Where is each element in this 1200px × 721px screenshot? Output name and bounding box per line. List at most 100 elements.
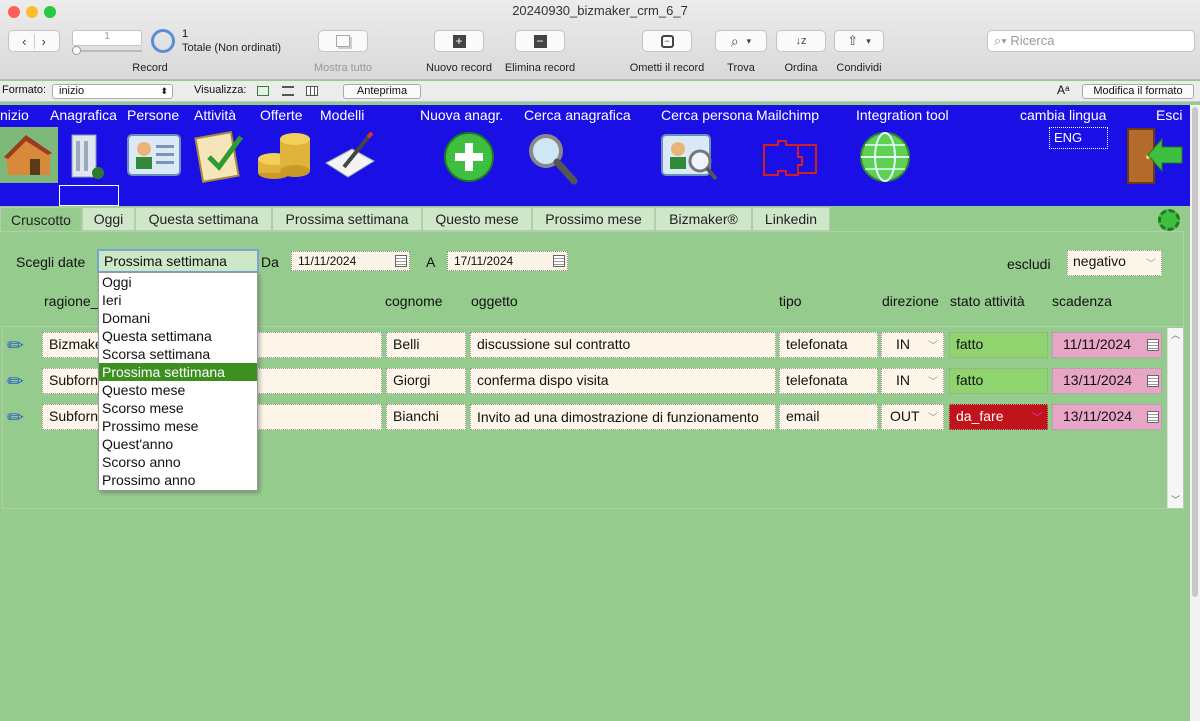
nav-cerca-anagrafica-label[interactable]: Cerca anagrafica [524, 107, 631, 123]
tab-questa-settimana[interactable]: Questa settimana [135, 207, 272, 231]
dropdown-option[interactable]: Scorsa settimana [99, 345, 257, 363]
add-circle-icon[interactable] [443, 131, 495, 183]
row-cognome[interactable]: Belli [386, 332, 466, 358]
coins-icon[interactable] [256, 129, 314, 185]
tab-questo-mese[interactable]: Questo mese [422, 207, 532, 231]
dropdown-option[interactable]: Domani [99, 309, 257, 327]
dropdown-option[interactable]: Quest'anno [99, 435, 257, 453]
row-tipo[interactable]: telefonata [779, 368, 878, 394]
show-all-button[interactable] [318, 30, 368, 52]
calendar-icon[interactable] [553, 255, 565, 267]
from-date-field[interactable]: 11/11/2024 [291, 251, 410, 271]
to-date-field[interactable]: 17/11/2024 [447, 251, 568, 271]
row-scadenza[interactable]: 11/11/2024 [1052, 332, 1162, 358]
search-person-icon[interactable] [660, 131, 720, 183]
search-input[interactable]: ⌕▾ Ricerca [987, 30, 1195, 52]
window-scrollbar-thumb[interactable] [1192, 107, 1198, 597]
tab-prossimo-mese[interactable]: Prossimo mese [532, 207, 655, 231]
chevron-right-icon[interactable]: › [35, 34, 53, 49]
dropdown-option[interactable]: Oggi [99, 273, 257, 291]
table-view-icon[interactable] [306, 86, 318, 96]
nav-modelli-label[interactable]: Modelli [320, 107, 364, 123]
edit-pencil-icon[interactable]: ✏ [7, 369, 24, 394]
format-select[interactable]: inizio ⬍ [52, 84, 173, 99]
row-scadenza[interactable]: 13/11/2024 [1052, 404, 1162, 430]
calendar-icon[interactable] [395, 255, 407, 267]
exit-door-icon[interactable] [1124, 127, 1186, 185]
scroll-down-icon[interactable]: ﹀ [1171, 493, 1180, 506]
dropdown-option[interactable]: Prossimo mese [99, 417, 257, 435]
dropdown-option[interactable]: Scorso mese [99, 399, 257, 417]
window-scrollbar[interactable] [1190, 105, 1200, 721]
refresh-gear-icon[interactable] [1158, 209, 1180, 231]
form-view-icon[interactable] [257, 86, 269, 96]
text-format-icon[interactable]: Aᵃ [1057, 83, 1069, 97]
nav-cerca-persona-label[interactable]: Cerca persona [661, 107, 753, 123]
nav-exit-label[interactable]: Esci [1156, 107, 1182, 123]
dropdown-option[interactable]: Questa settimana [99, 327, 257, 345]
row-stato[interactable]: fatto [949, 368, 1048, 394]
person-card-icon[interactable] [126, 131, 182, 179]
nav-attivita-label[interactable]: Attività [194, 107, 236, 123]
tab-prossima-settimana[interactable]: Prossima settimana [272, 207, 422, 231]
row-direzione[interactable]: IN ﹀ [881, 332, 944, 358]
preview-button[interactable]: Anteprima [343, 84, 421, 99]
nav-anagrafica-label[interactable]: Anagrafica [50, 107, 117, 123]
edit-layout-button[interactable]: Modifica il formato [1082, 84, 1194, 99]
puzzle-icon[interactable] [760, 137, 820, 177]
share-button[interactable]: ⇧ ▾ [834, 30, 884, 52]
record-number-field[interactable]: 1 [72, 30, 142, 46]
row-scadenza[interactable]: 13/11/2024 [1052, 368, 1162, 394]
building-icon[interactable] [68, 129, 108, 181]
omit-record-button[interactable]: − [642, 30, 692, 52]
tab-bizmaker[interactable]: Bizmaker® [655, 207, 752, 231]
dropdown-option-selected[interactable]: Prossima settimana [99, 363, 257, 381]
dropdown-option[interactable]: Prossimo anno [99, 471, 257, 489]
language-field[interactable]: ENG [1049, 127, 1108, 149]
nav-home-label[interactable]: nizio [0, 107, 29, 123]
new-record-button[interactable]: + [434, 30, 484, 52]
document-pen-icon[interactable] [322, 129, 378, 183]
record-slider[interactable] [72, 50, 142, 52]
nav-integration-tool-label[interactable]: Integration tool [856, 107, 949, 123]
row-oggetto[interactable]: discussione sul contratto [470, 332, 776, 358]
tab-cruscotto[interactable]: Cruscotto [0, 207, 82, 231]
row-stato[interactable]: fatto [949, 332, 1048, 358]
nav-mailchimp-label[interactable]: Mailchimp [756, 107, 819, 123]
row-oggetto[interactable]: Invito ad una dimostrazione di funzionam… [470, 404, 776, 430]
exclude-select[interactable]: negativo ﹀ [1067, 250, 1162, 276]
dropdown-option[interactable]: Ieri [99, 291, 257, 309]
calendar-icon[interactable] [1147, 339, 1159, 351]
row-direzione[interactable]: OUT ﹀ [881, 404, 944, 430]
row-tipo[interactable]: telefonata [779, 332, 878, 358]
edit-pencil-icon[interactable]: ✏ [7, 405, 24, 430]
checklist-icon[interactable] [193, 127, 247, 183]
home-icon[interactable] [0, 127, 58, 183]
row-direzione[interactable]: IN ﹀ [881, 368, 944, 394]
dropdown-option[interactable]: Questo mese [99, 381, 257, 399]
magnifier-icon[interactable] [526, 131, 578, 185]
nav-back-forward[interactable]: ‹ › [8, 30, 60, 52]
sort-button[interactable]: ↓z [776, 30, 826, 52]
delete-record-button[interactable]: − [515, 30, 565, 52]
nav-nuova-anagr-label[interactable]: Nuova anagr. [420, 107, 503, 123]
row-tipo[interactable]: email [779, 404, 878, 430]
chevron-left-icon[interactable]: ‹ [15, 33, 35, 49]
dropdown-option[interactable]: Scorso anno [99, 453, 257, 471]
globe-icon[interactable] [859, 131, 911, 183]
record-slider-handle[interactable] [72, 46, 81, 55]
row-cognome[interactable]: Bianchi [386, 404, 466, 430]
scroll-up-icon[interactable]: ︿ [1171, 328, 1180, 341]
find-button[interactable]: ⌕ ▾ [715, 30, 767, 52]
calendar-icon[interactable] [1147, 375, 1159, 387]
row-cognome[interactable]: Giorgi [386, 368, 466, 394]
edit-pencil-icon[interactable]: ✏ [7, 333, 24, 358]
tab-oggi[interactable]: Oggi [82, 207, 135, 231]
list-view-icon[interactable] [282, 86, 294, 96]
tab-linkedin[interactable]: Linkedin [752, 207, 830, 231]
row-oggetto[interactable]: conferma dispo visita [470, 368, 776, 394]
portal-scrollbar[interactable]: ︿ ﹀ [1167, 328, 1183, 508]
calendar-icon[interactable] [1147, 411, 1159, 423]
nav-persone-label[interactable]: Persone [127, 107, 179, 123]
nav-offerte-label[interactable]: Offerte [260, 107, 303, 123]
